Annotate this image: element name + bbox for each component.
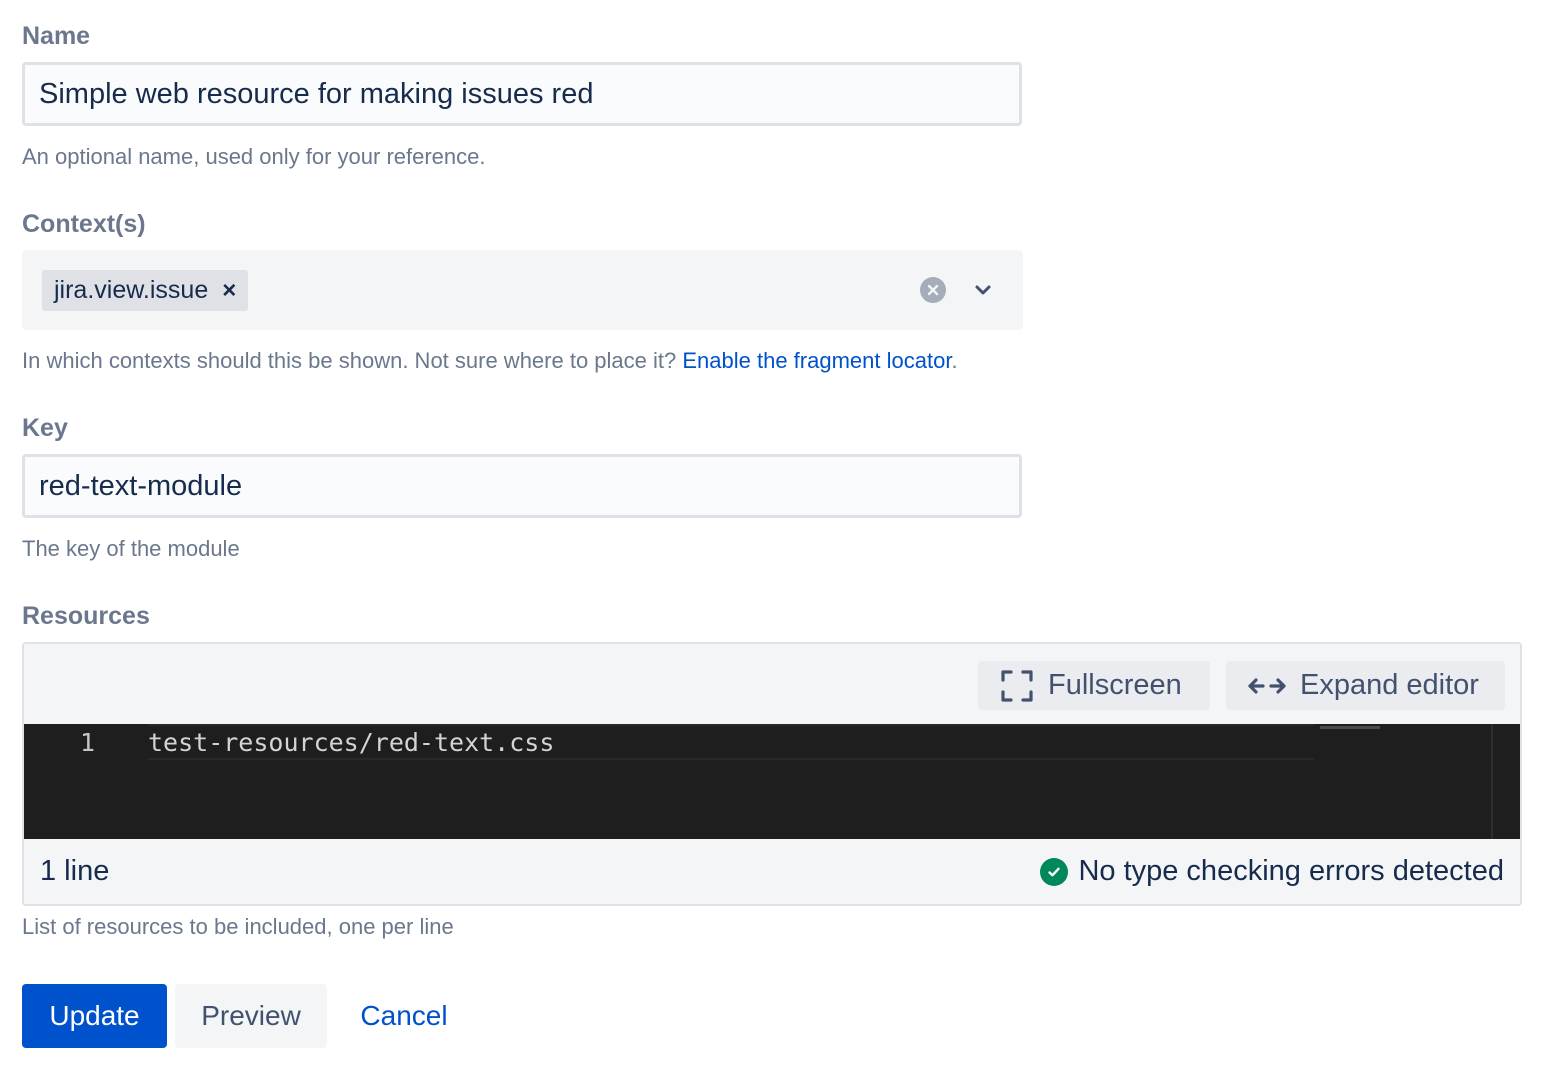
code-line[interactable]: test-resources/red-text.css bbox=[148, 728, 554, 757]
line-count: 1 line bbox=[40, 855, 110, 887]
expand-editor-label: Expand editor bbox=[1300, 669, 1479, 701]
context-chip: jira.view.issue × bbox=[42, 270, 249, 311]
expand-arrows-icon bbox=[1248, 676, 1286, 696]
contexts-help-prefix: In which contexts should this be shown. … bbox=[22, 348, 677, 373]
line-number: 1 bbox=[80, 728, 96, 757]
resources-editor: Fullscreen Expand editor 1 test-resource… bbox=[22, 642, 1522, 906]
key-help-text: The key of the module bbox=[22, 536, 240, 561]
name-input[interactable] bbox=[22, 62, 1022, 126]
fullscreen-label: Fullscreen bbox=[1048, 669, 1182, 701]
expand-editor-button[interactable]: Expand editor bbox=[1226, 661, 1505, 710]
contexts-select[interactable]: jira.view.issue × bbox=[22, 250, 1023, 330]
fullscreen-icon bbox=[1000, 669, 1034, 703]
minimap[interactable] bbox=[1320, 726, 1380, 729]
update-button[interactable]: Update bbox=[22, 984, 167, 1048]
context-chip-label: jira.view.issue bbox=[54, 276, 209, 304]
preview-button[interactable]: Preview bbox=[175, 984, 327, 1048]
cancel-button[interactable]: Cancel bbox=[335, 984, 473, 1048]
type-check-status-text: No type checking errors detected bbox=[1078, 855, 1504, 887]
contexts-help-text: In which contexts should this be shown. … bbox=[22, 348, 958, 374]
fullscreen-button[interactable]: Fullscreen bbox=[978, 661, 1210, 710]
chip-remove-icon[interactable]: × bbox=[222, 278, 236, 303]
module-edit-form: Name An optional name, used only for you… bbox=[0, 0, 1568, 1070]
clear-icon[interactable] bbox=[920, 277, 946, 303]
code-area[interactable]: 1 test-resources/red-text.css bbox=[24, 724, 1520, 839]
contexts-help-suffix: . bbox=[951, 348, 958, 373]
editor-scrollbar[interactable] bbox=[1491, 724, 1493, 839]
editor-footer: 1 line No type checking errors detected bbox=[24, 839, 1520, 904]
chevron-down-icon[interactable] bbox=[970, 276, 996, 304]
key-label: Key bbox=[22, 414, 68, 442]
editor-toolbar: Fullscreen Expand editor bbox=[24, 644, 1520, 724]
name-label: Name bbox=[22, 22, 91, 50]
check-circle-icon bbox=[1040, 857, 1069, 886]
type-check-status: No type checking errors detected bbox=[1040, 855, 1504, 888]
contexts-label: Context(s) bbox=[22, 210, 146, 238]
fragment-locator-link[interactable]: Enable the fragment locator bbox=[682, 348, 951, 373]
name-help-text: An optional name, used only for your ref… bbox=[22, 144, 486, 169]
resources-help-text: List of resources to be included, one pe… bbox=[22, 914, 454, 939]
key-input[interactable] bbox=[22, 454, 1022, 518]
resources-label: Resources bbox=[22, 602, 150, 630]
